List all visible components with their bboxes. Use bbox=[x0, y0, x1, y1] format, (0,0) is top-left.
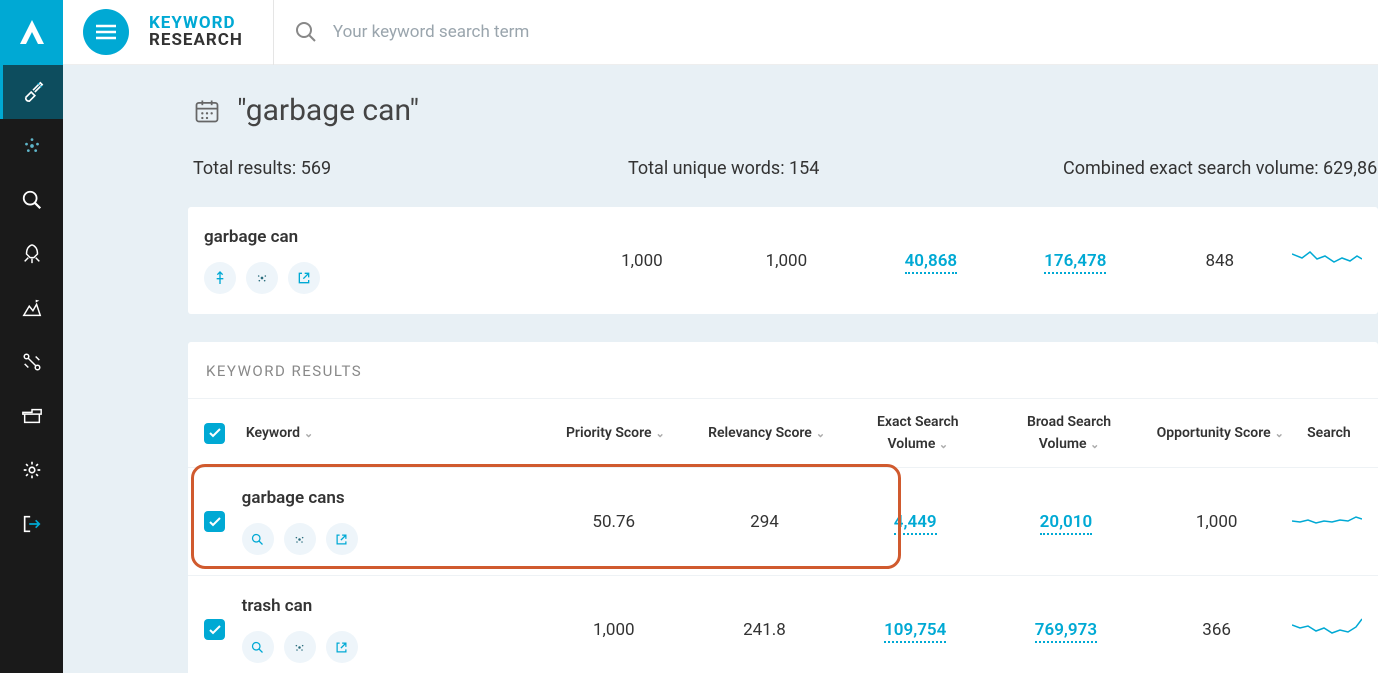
check-icon bbox=[209, 517, 221, 527]
nav-item-search[interactable] bbox=[0, 173, 63, 227]
row-relevancy: 294 bbox=[689, 512, 840, 532]
logo-icon bbox=[18, 18, 46, 48]
row-relevancy: 241.8 bbox=[689, 620, 840, 640]
cluster-small-icon bbox=[292, 640, 307, 655]
col-priority[interactable]: Priority Score⌄ bbox=[540, 425, 691, 441]
content-area: "garbage can" Total results: 569 Total u… bbox=[63, 65, 1378, 673]
gear-icon bbox=[21, 459, 43, 481]
nav-item-exit[interactable] bbox=[0, 497, 63, 551]
external-link-icon bbox=[334, 532, 349, 547]
top-bar: KEYWORD RESEARCH bbox=[63, 0, 1378, 65]
top-keyword-card: garbage can 1,000 1,000 40,868 176,478 8… bbox=[188, 207, 1378, 314]
pin-button[interactable] bbox=[204, 262, 236, 294]
table-row: trash can 1,000 241.8 109,754 769,973 36… bbox=[188, 576, 1378, 673]
page-title: "garbage can" bbox=[237, 93, 419, 128]
results-title: KEYWORD RESULTS bbox=[188, 342, 1378, 399]
row-exact-volume[interactable]: 109,754 bbox=[884, 620, 946, 643]
nav-item-connect[interactable] bbox=[0, 335, 63, 389]
col-keyword[interactable]: Keyword⌄ bbox=[242, 425, 540, 441]
mountain-flag-icon bbox=[21, 297, 43, 319]
stat-total-results: Total results: 569 bbox=[193, 158, 628, 179]
nav-item-cluster[interactable] bbox=[0, 119, 63, 173]
search-small-icon bbox=[250, 640, 265, 655]
row-checkbox[interactable] bbox=[204, 619, 225, 640]
hamburger-icon bbox=[96, 24, 116, 40]
magnify-icon bbox=[21, 189, 43, 211]
row-checkbox[interactable] bbox=[204, 511, 225, 532]
nav-item-settings[interactable] bbox=[0, 443, 63, 497]
check-icon bbox=[209, 428, 221, 438]
results-table: KEYWORD RESULTS Keyword⌄ Priority Score⌄… bbox=[188, 342, 1378, 673]
search-icon bbox=[294, 20, 318, 44]
external-link-icon bbox=[296, 270, 312, 286]
col-relevancy[interactable]: Relevancy Score⌄ bbox=[691, 425, 842, 441]
menu-button[interactable] bbox=[83, 9, 129, 55]
row-broad-volume[interactable]: 769,973 bbox=[1035, 620, 1097, 643]
open-button[interactable] bbox=[288, 262, 320, 294]
check-icon bbox=[209, 625, 221, 635]
row-search-button[interactable] bbox=[242, 523, 274, 555]
col-trend[interactable]: Search bbox=[1296, 425, 1362, 441]
cluster-icon bbox=[21, 135, 43, 157]
row-search-button[interactable] bbox=[242, 631, 274, 663]
table-row: garbage cans 50.76 294 4,449 20,010 1,00… bbox=[188, 468, 1378, 576]
top-exact-volume[interactable]: 40,868 bbox=[905, 251, 958, 274]
select-all-checkbox[interactable] bbox=[204, 423, 225, 444]
cluster-small-icon bbox=[254, 270, 270, 286]
nav-rail bbox=[0, 0, 63, 673]
sparkline-icon bbox=[1292, 244, 1362, 274]
row-cluster-button[interactable] bbox=[284, 631, 316, 663]
row-cluster-button[interactable] bbox=[284, 523, 316, 555]
col-broad[interactable]: Broad SearchVolume ⌄ bbox=[993, 413, 1144, 453]
brand-logo[interactable] bbox=[0, 0, 63, 65]
col-opportunity[interactable]: Opportunity Score⌄ bbox=[1145, 425, 1296, 441]
cluster-small-icon bbox=[292, 532, 307, 547]
nav-item-paint[interactable] bbox=[0, 65, 63, 119]
stat-combined-volume: Combined exact search volume: 629,868 bbox=[1063, 158, 1378, 179]
row-opportunity: 1,000 bbox=[1141, 512, 1292, 532]
table-header: Keyword⌄ Priority Score⌄ Relevancy Score… bbox=[188, 399, 1378, 468]
brush-icon bbox=[22, 81, 44, 103]
cluster-button[interactable] bbox=[246, 262, 278, 294]
external-link-icon bbox=[334, 640, 349, 655]
top-opportunity: 848 bbox=[1148, 251, 1292, 271]
row-open-button[interactable] bbox=[326, 523, 358, 555]
pin-icon bbox=[212, 270, 228, 286]
box-icon bbox=[21, 405, 43, 427]
sparkline-icon bbox=[1292, 613, 1362, 643]
product-logo: KEYWORD RESEARCH bbox=[149, 15, 243, 49]
search-small-icon bbox=[250, 532, 265, 547]
row-priority: 1,000 bbox=[538, 620, 689, 640]
rocket-icon bbox=[21, 243, 43, 265]
stat-unique-words: Total unique words: 154 bbox=[628, 158, 1063, 179]
top-relevancy: 1,000 bbox=[714, 251, 858, 271]
row-exact-volume[interactable]: 4,449 bbox=[894, 512, 937, 535]
connect-icon bbox=[21, 351, 43, 373]
sparkline-icon bbox=[1292, 505, 1362, 535]
search-input[interactable] bbox=[333, 22, 733, 42]
top-keyword-name: garbage can bbox=[204, 227, 570, 247]
row-keyword-name: garbage cans bbox=[242, 488, 539, 508]
nav-item-flag[interactable] bbox=[0, 281, 63, 335]
row-priority: 50.76 bbox=[538, 512, 689, 532]
calendar-icon bbox=[193, 97, 221, 125]
row-keyword-name: trash can bbox=[242, 596, 539, 616]
top-priority: 1,000 bbox=[570, 251, 714, 271]
top-broad-volume[interactable]: 176,478 bbox=[1044, 251, 1106, 274]
row-opportunity: 366 bbox=[1141, 620, 1292, 640]
nav-item-box[interactable] bbox=[0, 389, 63, 443]
nav-item-rocket[interactable] bbox=[0, 227, 63, 281]
col-exact[interactable]: Exact SearchVolume ⌄ bbox=[842, 413, 993, 453]
row-broad-volume[interactable]: 20,010 bbox=[1040, 512, 1093, 535]
exit-icon bbox=[21, 513, 43, 535]
row-open-button[interactable] bbox=[326, 631, 358, 663]
